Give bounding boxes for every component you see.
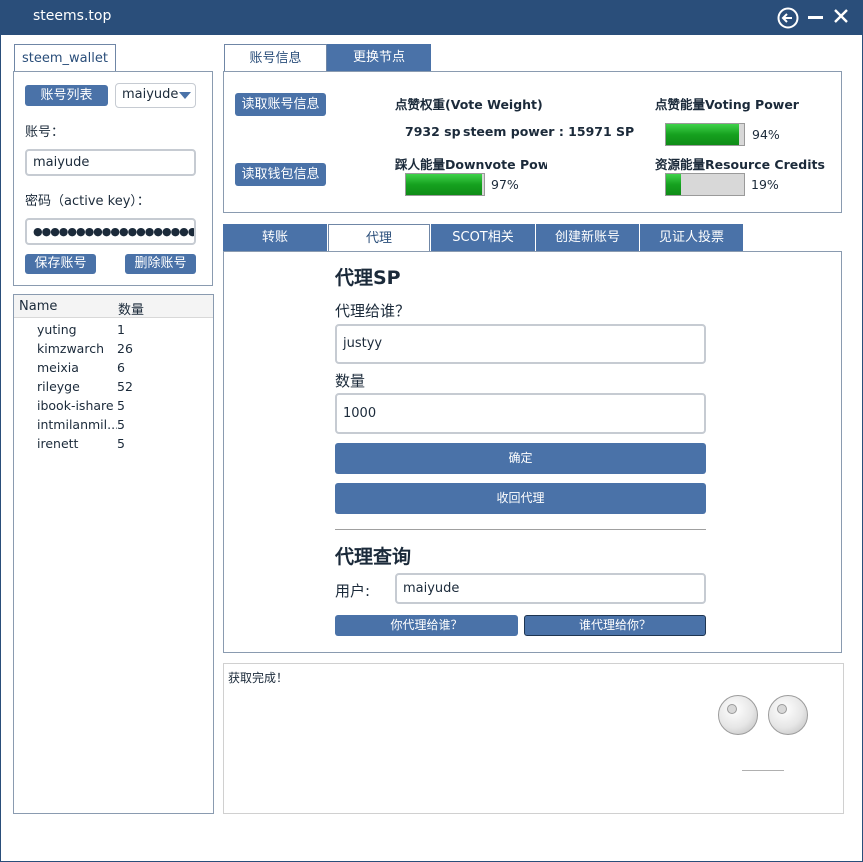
delete-account-button[interactable]: 删除账号	[125, 254, 196, 274]
password-label: 密码（active key）：	[25, 194, 150, 209]
delegate-to-input[interactable]: justyy	[335, 324, 706, 364]
downvote-power-fill	[406, 174, 482, 195]
query-out-button[interactable]: 你代理给谁？	[335, 615, 518, 636]
account-label: 账号：	[25, 125, 65, 140]
read-account-button[interactable]: 读取账号信息	[235, 93, 326, 116]
list-item[interactable]: irenett 5	[14, 436, 213, 455]
list-item[interactable]: ibook-ishare 5	[14, 398, 213, 417]
tab-steem-wallet[interactable]: steem_wallet	[14, 44, 116, 72]
knob-right[interactable]	[768, 695, 808, 735]
account-list-button[interactable]: 账号列表	[25, 85, 108, 106]
voting-power-percent: 94%	[752, 127, 780, 142]
log-panel	[223, 663, 844, 814]
chevron-down-icon	[179, 92, 191, 99]
downvote-power-label: 踩人能量Downvote Power	[395, 157, 547, 172]
list-item-count: 26	[117, 341, 133, 356]
divider	[335, 529, 706, 530]
list-item-name: kimzwarch	[37, 341, 104, 356]
downvote-power-bar	[405, 173, 485, 196]
list-item-count: 5	[117, 417, 125, 432]
read-wallet-button[interactable]: 读取钱包信息	[235, 163, 326, 186]
list-item[interactable]: intmilanmil... 5	[14, 417, 213, 436]
log-text: 获取完成！	[228, 671, 289, 685]
title-bar	[0, 0, 863, 35]
voting-power-bar	[665, 123, 745, 146]
resource-credits-fill	[666, 174, 681, 195]
tab-account-info[interactable]: 账号信息	[224, 44, 327, 72]
account-input[interactable]: maiyude	[25, 149, 196, 176]
resource-credits-label: 资源能量Resource Credits	[655, 157, 825, 172]
list-item[interactable]: meixia 6	[14, 360, 213, 379]
list-item-name: meixia	[37, 360, 79, 375]
delegate-title: 代理SP	[335, 267, 401, 289]
list-item[interactable]: rileyge 52	[14, 379, 213, 398]
query-in-button[interactable]: 谁代理给你？	[524, 615, 706, 636]
list-item-count: 5	[117, 436, 125, 451]
save-account-button[interactable]: 保存账号	[25, 254, 96, 274]
list-item-name: rileyge	[37, 379, 80, 394]
list-item-name: irenett	[37, 436, 79, 451]
sp-value: 7932 sp	[405, 124, 461, 139]
resource-credits-bar	[665, 173, 745, 196]
knob-left[interactable]	[718, 695, 758, 735]
list-item[interactable]: yuting 1	[14, 322, 213, 341]
password-input[interactable]: ●●●●●●●●●●●●●●●●●●●●	[25, 218, 196, 245]
query-title: 代理查询	[335, 546, 412, 568]
list-item-count: 1	[117, 322, 125, 337]
account-list-panel: Name 数量 yuting 1 kimzwarch 26 meixia 6 rileyge…	[13, 294, 214, 814]
small-divider	[742, 770, 784, 771]
window-title: steems.top	[33, 8, 112, 24]
downvote-power-percent: 97%	[491, 177, 519, 192]
account-select-value: maiyude	[122, 87, 179, 102]
back-icon[interactable]	[776, 7, 800, 29]
undelegate-button[interactable]: 收回代理	[335, 483, 706, 514]
confirm-button[interactable]: 确定	[335, 443, 706, 474]
knob-dot	[727, 704, 737, 714]
tab-delegate[interactable]: 代理	[328, 224, 430, 252]
list-item-name: intmilanmil...	[37, 417, 117, 432]
voting-power-label: 点赞能量Voting Power	[655, 97, 799, 112]
column-header-count[interactable]: 数量	[118, 299, 144, 318]
list-item-name: yuting	[37, 322, 77, 337]
list-header: Name 数量	[14, 295, 213, 318]
list-item-count: 5	[117, 398, 125, 413]
list-item-count: 52	[117, 379, 133, 394]
user-label: 用户:	[335, 582, 371, 600]
tab-create-account[interactable]: 创建新账号	[536, 224, 639, 251]
tab-change-node[interactable]: 更换节点	[327, 44, 431, 72]
list-item[interactable]: kimzwarch 26	[14, 341, 213, 360]
tab-scot[interactable]: SCOT相关	[431, 224, 535, 251]
knob-dot	[777, 704, 787, 714]
list-item-name: ibook-ishare	[37, 398, 114, 413]
resource-credits-percent: 19%	[751, 177, 779, 192]
amount-label: 数量	[335, 372, 366, 390]
voting-power-fill	[666, 124, 740, 145]
list-item-count: 6	[117, 360, 125, 375]
vote-weight-label: 点赞权重(Vote Weight)	[395, 97, 543, 112]
steem-power-text: steem power : 15971 SP	[463, 124, 635, 139]
column-header-name[interactable]: Name	[19, 299, 57, 314]
minimize-icon[interactable]	[808, 16, 823, 19]
user-input[interactable]: maiyude	[395, 573, 706, 604]
tab-witness-vote[interactable]: 见证人投票	[640, 224, 743, 251]
delegate-to-label: 代理给谁？	[335, 302, 411, 320]
close-icon[interactable]	[833, 8, 849, 24]
tab-transfer[interactable]: 转账	[223, 224, 327, 251]
account-select[interactable]: maiyude	[115, 83, 196, 108]
amount-input[interactable]: 1000	[335, 393, 706, 434]
